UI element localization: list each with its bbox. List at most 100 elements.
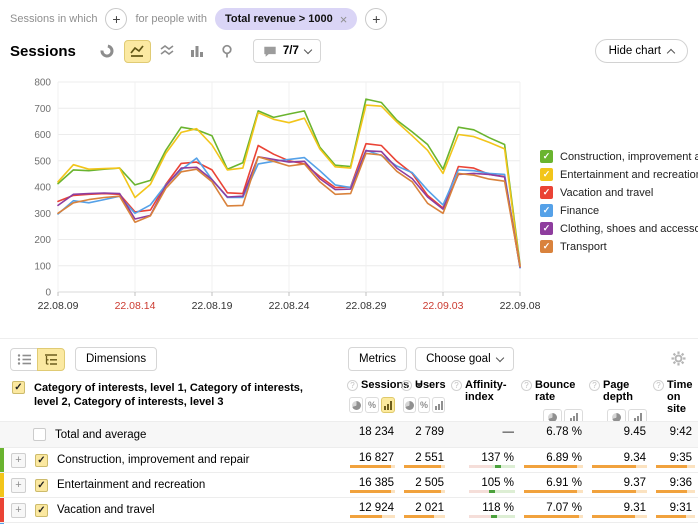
svg-text:22.08.24: 22.08.24 <box>269 300 310 312</box>
help-icon[interactable]: ? <box>347 380 358 391</box>
help-icon[interactable]: ? <box>589 380 600 391</box>
metric-view-percent-button[interactable]: % <box>418 397 431 413</box>
legend-label: Entertainment and recreation <box>560 169 698 181</box>
table-settings-button[interactable] <box>671 351 686 371</box>
metric-view-pie-button[interactable] <box>349 397 363 413</box>
sessions-line-chart: 010020030040050060070080022.08.0922.08.1… <box>26 72 546 312</box>
cell-value: 2 551 <box>415 452 444 464</box>
chart-type-line-button[interactable] <box>124 40 151 63</box>
legend-item-0[interactable]: ✓ Construction, improvement and repair <box>540 150 698 163</box>
svg-text:400: 400 <box>34 183 51 194</box>
svg-text:700: 700 <box>34 104 51 115</box>
cell-2-3: 6.91 % <box>518 473 586 497</box>
legend-checkbox[interactable]: ✓ <box>540 204 553 217</box>
gear-icon <box>671 351 686 366</box>
cell-3-0: 12 924 <box>344 498 398 522</box>
column-label: Users <box>415 379 446 391</box>
cell-value: 105 % <box>481 477 514 489</box>
help-icon[interactable]: ? <box>451 380 462 391</box>
cell-value: 6.89 % <box>546 452 582 464</box>
legend-item-4[interactable]: ✓Clothing, shoes and accessories <box>540 222 698 235</box>
chart-type-map-button[interactable] <box>214 40 241 63</box>
choose-goal-button[interactable]: Choose goal <box>415 347 514 371</box>
expand-row-button[interactable]: + <box>11 478 26 493</box>
cell-value: 9.45 <box>624 426 646 438</box>
legend-item-2[interactable]: ✓Vacation and travel <box>540 186 698 199</box>
row-checkbox[interactable]: ✓ <box>35 504 48 517</box>
sessions-in-which-label: Sessions in which <box>10 13 97 25</box>
legend-checkbox[interactable]: ✓ <box>540 240 553 253</box>
row-label[interactable]: Construction, improvement and repair <box>57 454 249 466</box>
comment-bubble-icon <box>263 45 277 58</box>
svg-text:22.09.03: 22.09.03 <box>423 300 464 312</box>
metric-view-pie-button[interactable] <box>403 397 416 413</box>
row-checkbox[interactable]: ✓ <box>35 454 48 467</box>
cell-value: 2 789 <box>415 426 444 438</box>
cell-0-4: 9.45 <box>586 422 650 447</box>
tree-view-button[interactable] <box>37 348 65 371</box>
cell-value: 9:36 <box>670 477 692 489</box>
cell-2-4: 9.37 <box>586 473 650 497</box>
cell-1-0: 16 827 <box>344 448 398 472</box>
metrics-button[interactable]: Metrics <box>348 347 407 371</box>
dimension-checkbox[interactable]: ✓ <box>12 381 25 394</box>
affinity-bar <box>469 465 515 468</box>
dimensions-button[interactable]: Dimensions <box>75 347 157 371</box>
metrics-controls: Metrics Choose goal <box>348 347 514 371</box>
svg-text:0: 0 <box>45 288 51 299</box>
help-icon[interactable]: ? <box>521 380 532 391</box>
svg-text:100: 100 <box>34 261 51 272</box>
chart-legend: ✓ Construction, improvement and repair ✓ En… <box>540 150 698 258</box>
row-label[interactable]: Entertainment and recreation <box>57 479 205 491</box>
metric-view-percent-button[interactable]: % <box>365 397 379 413</box>
chart-type-stacked-button[interactable] <box>154 40 181 63</box>
segments-visible-button[interactable]: 7/7 <box>253 39 321 63</box>
cell-value: 6.91 % <box>546 477 582 489</box>
series-color-stripe <box>0 473 4 497</box>
cell-value: 18 234 <box>359 426 394 438</box>
affinity-bar <box>469 515 515 518</box>
close-icon[interactable]: × <box>340 13 348 26</box>
data-table-section: Dimensions Metrics Choose goal <box>0 338 698 524</box>
svg-text:22.09.08: 22.09.08 <box>500 300 541 312</box>
legend-checkbox[interactable]: ✓ <box>540 222 553 235</box>
svg-text:22.08.09: 22.08.09 <box>38 300 79 312</box>
legend-item-3[interactable]: ✓Finance <box>540 204 698 217</box>
cell-value: 16 385 <box>359 477 394 489</box>
list-view-button[interactable] <box>10 348 38 371</box>
add-session-condition-button[interactable]: + <box>105 8 127 30</box>
help-icon[interactable]: ? <box>653 380 664 391</box>
metric-view-bars-button[interactable] <box>381 397 395 413</box>
value-bar <box>350 465 395 468</box>
cell-0-0: 18 234 <box>344 422 398 447</box>
add-user-condition-button[interactable]: + <box>365 8 387 30</box>
table-toolbar: Dimensions Metrics Choose goal <box>10 347 688 371</box>
row-checkbox[interactable] <box>33 428 46 441</box>
expand-row-button[interactable]: + <box>11 503 26 518</box>
legend-checkbox[interactable]: ✓ <box>540 150 553 163</box>
help-icon[interactable]: ? <box>401 380 412 391</box>
series-color-stripe <box>0 448 4 472</box>
chart-type-pie-button[interactable] <box>94 40 121 63</box>
hide-chart-button[interactable]: Hide chart <box>595 39 688 63</box>
expand-row-button[interactable]: + <box>11 453 26 468</box>
legend-item-1[interactable]: ✓ Entertainment and recreation <box>540 168 698 181</box>
metric-view-bars-button[interactable] <box>432 397 445 413</box>
list-icon <box>17 353 32 366</box>
chart-type-columns-button[interactable] <box>184 40 211 63</box>
chevron-down-icon <box>304 45 312 53</box>
row-label[interactable]: Vacation and travel <box>57 504 155 516</box>
chevron-up-icon <box>667 48 675 56</box>
filter-chip-total-revenue[interactable]: Total revenue > 1000 × <box>215 8 357 30</box>
filter-chip-label: Total revenue > 1000 <box>225 13 333 25</box>
cell-value: 9:35 <box>670 452 692 464</box>
table-row-3: +✓Vacation and travel12 9242 021118 %7.0… <box>0 497 698 522</box>
cell-value: 118 % <box>482 502 514 514</box>
legend-label: Construction, improvement and repair <box>560 151 698 163</box>
bars-icon <box>384 401 392 410</box>
cell-value: — <box>503 426 515 438</box>
legend-checkbox[interactable]: ✓ <box>540 168 553 181</box>
row-checkbox[interactable]: ✓ <box>35 479 48 492</box>
legend-item-5[interactable]: ✓Transport <box>540 240 698 253</box>
legend-checkbox[interactable]: ✓ <box>540 186 553 199</box>
